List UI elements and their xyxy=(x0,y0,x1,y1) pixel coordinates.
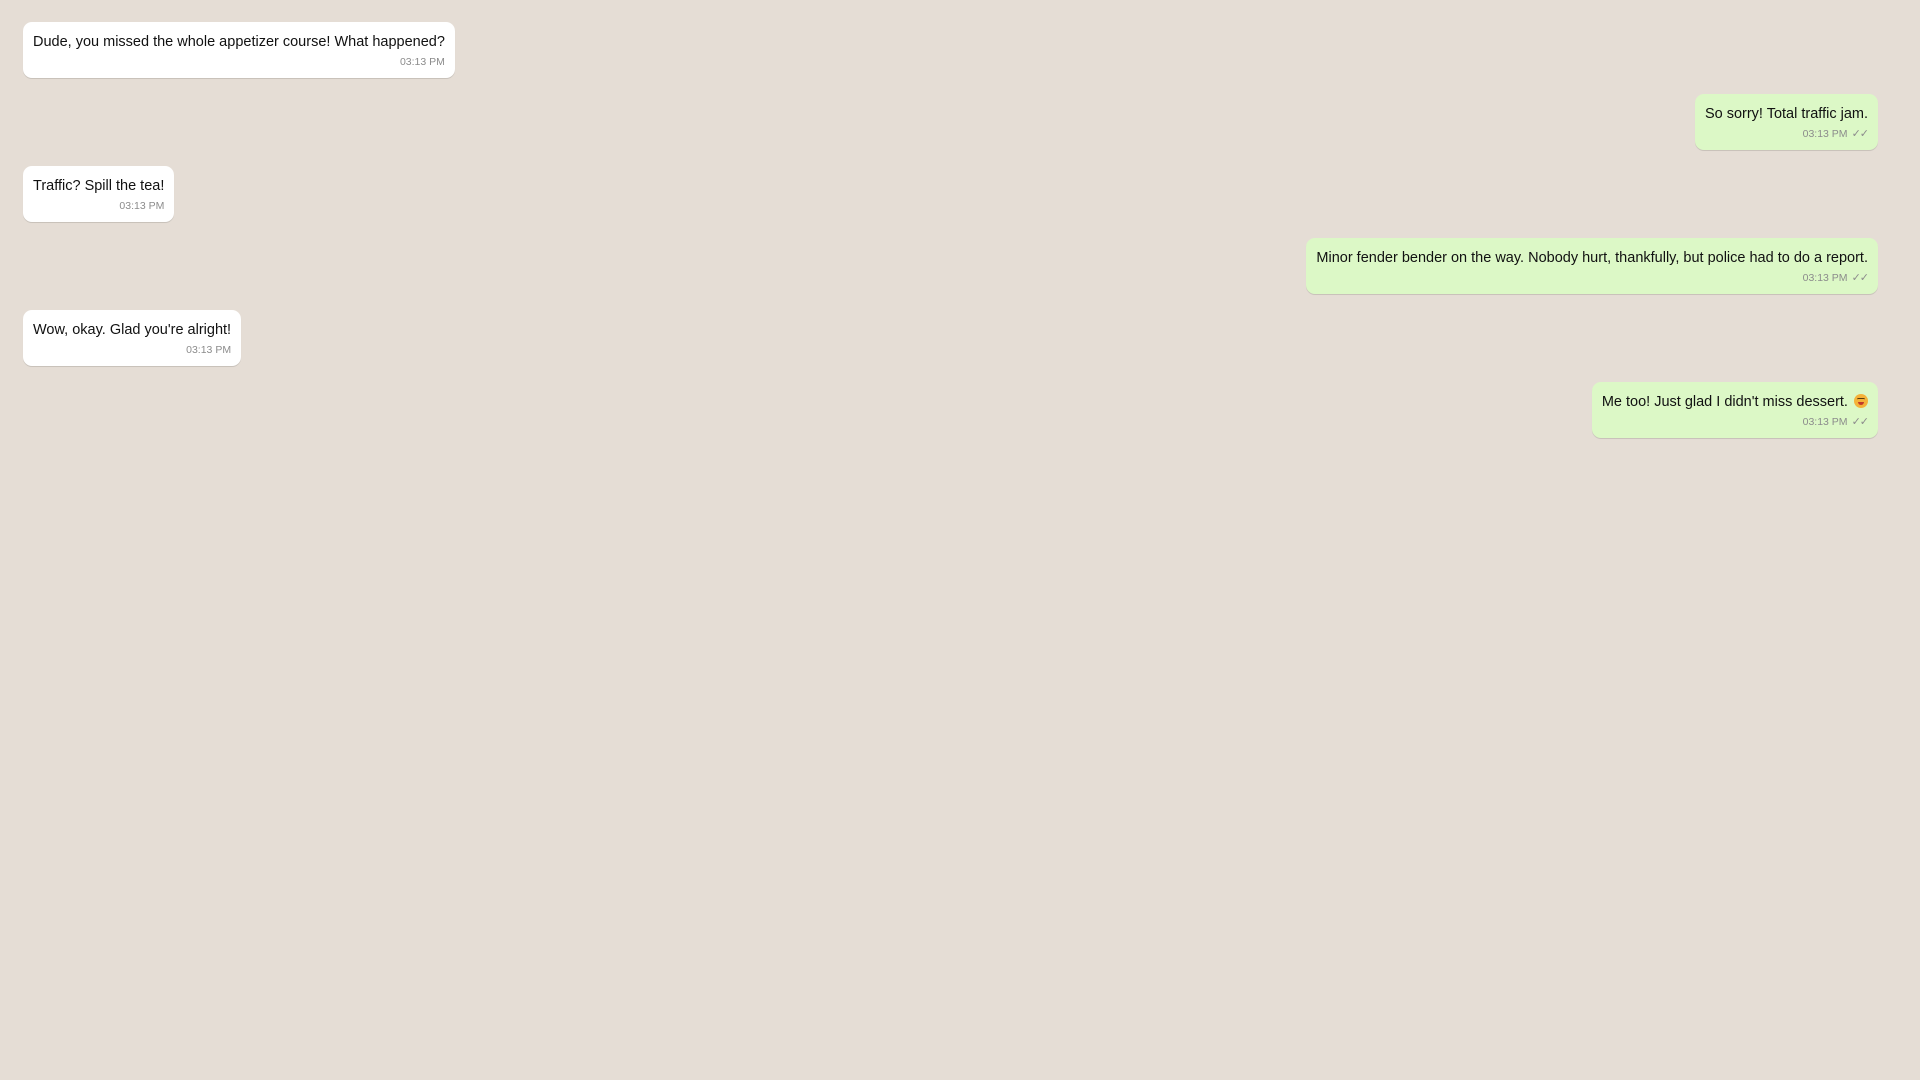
incoming-message-bubble[interactable]: Wow, okay. Glad you're alright! 03:13 PM xyxy=(23,310,242,366)
message-timestamp: 03:13 PM xyxy=(119,200,165,212)
message-meta: 03:13 PM ✓✓ xyxy=(1602,416,1869,428)
message-timestamp: 03:13 PM xyxy=(186,344,232,356)
outgoing-message-bubble[interactable]: Minor fender bender on the way. Nobody h… xyxy=(1306,238,1878,294)
message-meta: 03:13 PM ✓✓ xyxy=(1316,272,1869,284)
message-timestamp: 03:13 PM xyxy=(1802,128,1848,140)
message-text: Wow, okay. Glad you're alright! xyxy=(33,322,232,338)
incoming-message-bubble[interactable]: Traffic? Spill the tea! 03:13 PM xyxy=(23,166,175,222)
double-check-icon: ✓✓ xyxy=(1851,272,1869,284)
message-row-outgoing: So sorry! Total traffic jam. 03:13 PM ✓✓ xyxy=(23,94,1878,150)
grinning-face-emoji-icon xyxy=(1854,394,1868,408)
message-row-outgoing: Minor fender bender on the way. Nobody h… xyxy=(23,238,1878,294)
message-text: Dude, you missed the whole appetizer cou… xyxy=(33,34,445,50)
chat-message-list[interactable]: Dude, you missed the whole appetizer cou… xyxy=(0,0,1920,1080)
message-meta: 03:13 PM xyxy=(33,344,231,356)
outgoing-message-bubble[interactable]: Me too! Just glad I didn't miss dessert.… xyxy=(1591,382,1878,438)
message-meta: 03:13 PM ✓✓ xyxy=(1705,128,1869,140)
double-check-icon: ✓✓ xyxy=(1851,416,1869,428)
outgoing-message-bubble[interactable]: So sorry! Total traffic jam. 03:13 PM ✓✓ xyxy=(1694,94,1878,150)
message-text: Traffic? Spill the tea! xyxy=(33,178,165,194)
message-text: Minor fender bender on the way. Nobody h… xyxy=(1316,250,1868,266)
message-row-incoming: Traffic? Spill the tea! 03:13 PM xyxy=(23,166,1878,222)
message-timestamp: 03:13 PM xyxy=(1802,272,1848,284)
message-row-incoming: Dude, you missed the whole appetizer cou… xyxy=(23,22,1878,78)
message-timestamp: 03:13 PM xyxy=(1802,416,1848,428)
message-row-outgoing: Me too! Just glad I didn't miss dessert.… xyxy=(23,382,1878,438)
message-meta: 03:13 PM xyxy=(33,200,164,212)
message-text: Me too! Just glad I didn't miss dessert. xyxy=(1601,394,1848,410)
message-text: So sorry! Total traffic jam. xyxy=(1704,106,1868,122)
message-row-incoming: Wow, okay. Glad you're alright! 03:13 PM xyxy=(23,310,1878,366)
message-meta: 03:13 PM xyxy=(33,56,445,68)
message-timestamp: 03:13 PM xyxy=(399,56,445,68)
message-text-container: Me too! Just glad I didn't miss dessert. xyxy=(1602,393,1868,411)
incoming-message-bubble[interactable]: Dude, you missed the whole appetizer cou… xyxy=(23,22,455,78)
double-check-icon: ✓✓ xyxy=(1851,128,1869,140)
